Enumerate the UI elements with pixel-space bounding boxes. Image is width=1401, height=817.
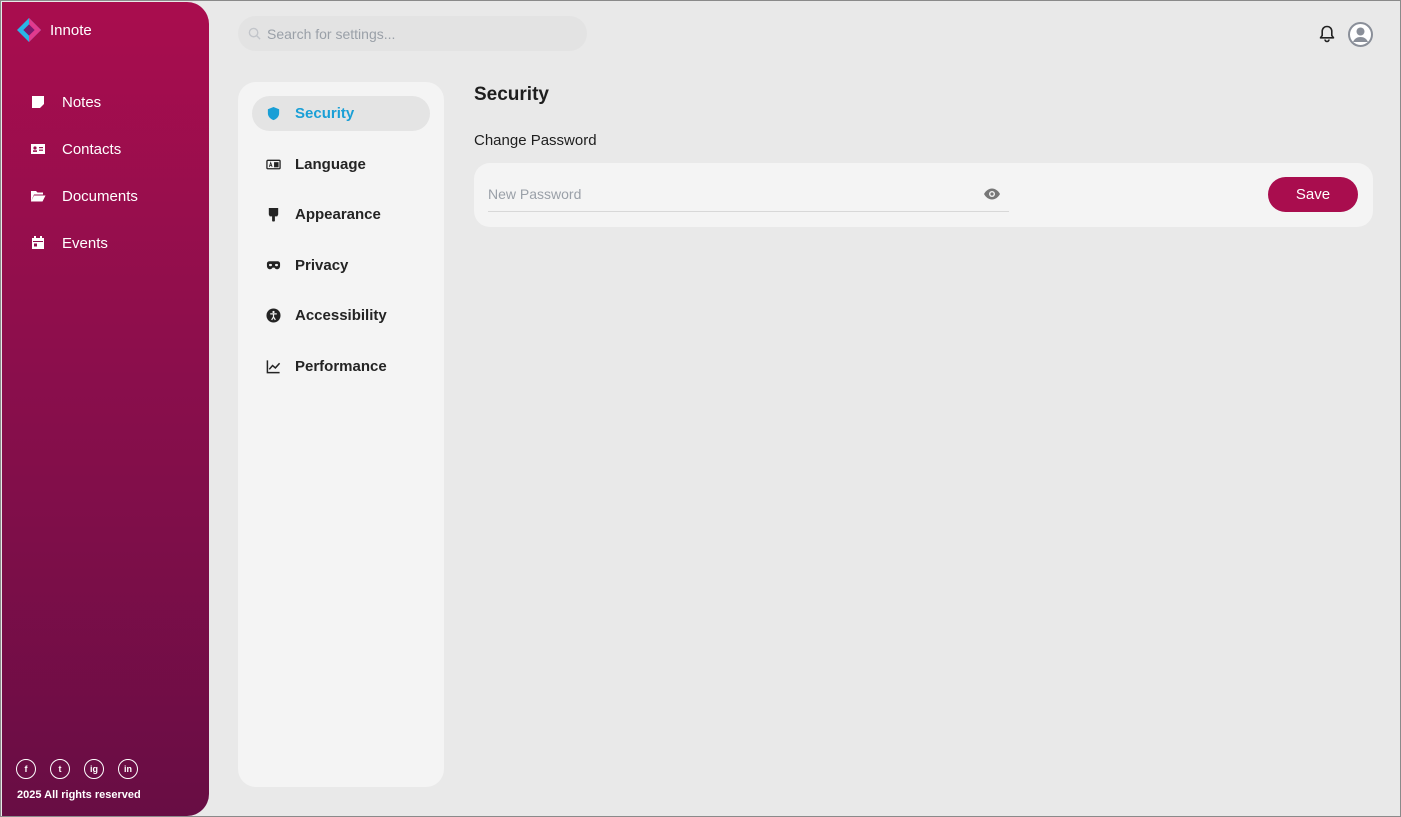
bell-icon[interactable] <box>1317 24 1337 44</box>
nav-item-label: Contacts <box>62 140 122 158</box>
settings-item-performance[interactable]: Performance <box>252 349 430 384</box>
section-subtitle: Change Password <box>474 132 597 149</box>
calendar-icon <box>32 236 44 249</box>
app-window: Innote Notes Contacts Documents Events f… <box>0 0 1401 817</box>
main-nav: Notes Contacts Documents Events <box>2 88 209 276</box>
settings-item-security[interactable]: Security <box>252 96 430 131</box>
search-icon <box>248 27 261 40</box>
line-chart-icon <box>266 359 281 373</box>
accessibility-icon <box>266 308 281 323</box>
nav-item-contacts[interactable]: Contacts <box>2 135 209 163</box>
social-links: f t ig in <box>16 759 138 779</box>
user-avatar-icon[interactable] <box>1348 22 1373 47</box>
settings-item-language[interactable]: Language <box>252 147 430 182</box>
paintbrush-icon <box>268 207 279 222</box>
settings-item-label: Performance <box>295 357 387 375</box>
instagram-icon[interactable]: ig <box>84 759 104 779</box>
settings-item-label: Appearance <box>295 206 381 223</box>
app-name: Innote <box>50 21 92 39</box>
search-input[interactable] <box>267 25 567 42</box>
contact-card-icon <box>31 144 45 154</box>
mask-icon <box>266 260 281 269</box>
settings-panel: Security Language Appearance Privacy Acc… <box>238 82 444 787</box>
settings-nav: Security Language Appearance Privacy Acc… <box>252 96 430 399</box>
settings-item-label: Accessibility <box>295 307 387 324</box>
nav-item-label: Documents <box>62 187 138 205</box>
nav-item-events[interactable]: Events <box>2 229 209 257</box>
settings-item-privacy[interactable]: Privacy <box>252 248 430 283</box>
change-password-card: Save <box>474 163 1373 227</box>
app-sidebar: Innote Notes Contacts Documents Events f… <box>2 2 209 816</box>
nav-item-label: Notes <box>62 93 102 111</box>
shield-icon <box>267 106 280 121</box>
copyright: 2025 All rights reserved <box>17 789 141 801</box>
facebook-icon[interactable]: f <box>16 759 36 779</box>
page-title: Security <box>474 84 549 105</box>
nav-item-label: Events <box>62 234 108 252</box>
eye-icon[interactable] <box>983 187 1001 201</box>
settings-item-label: Security <box>295 105 355 122</box>
new-password-field <box>488 177 1009 212</box>
nav-item-documents[interactable]: Documents <box>2 182 209 210</box>
translate-icon <box>266 159 281 169</box>
innote-logo-icon <box>17 18 41 42</box>
brand[interactable]: Innote <box>16 17 92 43</box>
save-button[interactable]: Save <box>1268 177 1358 212</box>
linkedin-icon[interactable]: in <box>118 759 138 779</box>
new-password-input[interactable] <box>488 186 968 202</box>
settings-item-appearance[interactable]: Appearance <box>252 197 430 232</box>
settings-search <box>238 16 587 51</box>
note-icon <box>32 96 44 108</box>
settings-item-label: Language <box>295 155 366 173</box>
settings-item-accessibility[interactable]: Accessibility <box>252 298 430 333</box>
folder-open-icon <box>31 191 46 202</box>
nav-item-notes[interactable]: Notes <box>2 88 209 116</box>
settings-item-label: Privacy <box>295 256 349 274</box>
twitter-icon[interactable]: t <box>50 759 70 779</box>
